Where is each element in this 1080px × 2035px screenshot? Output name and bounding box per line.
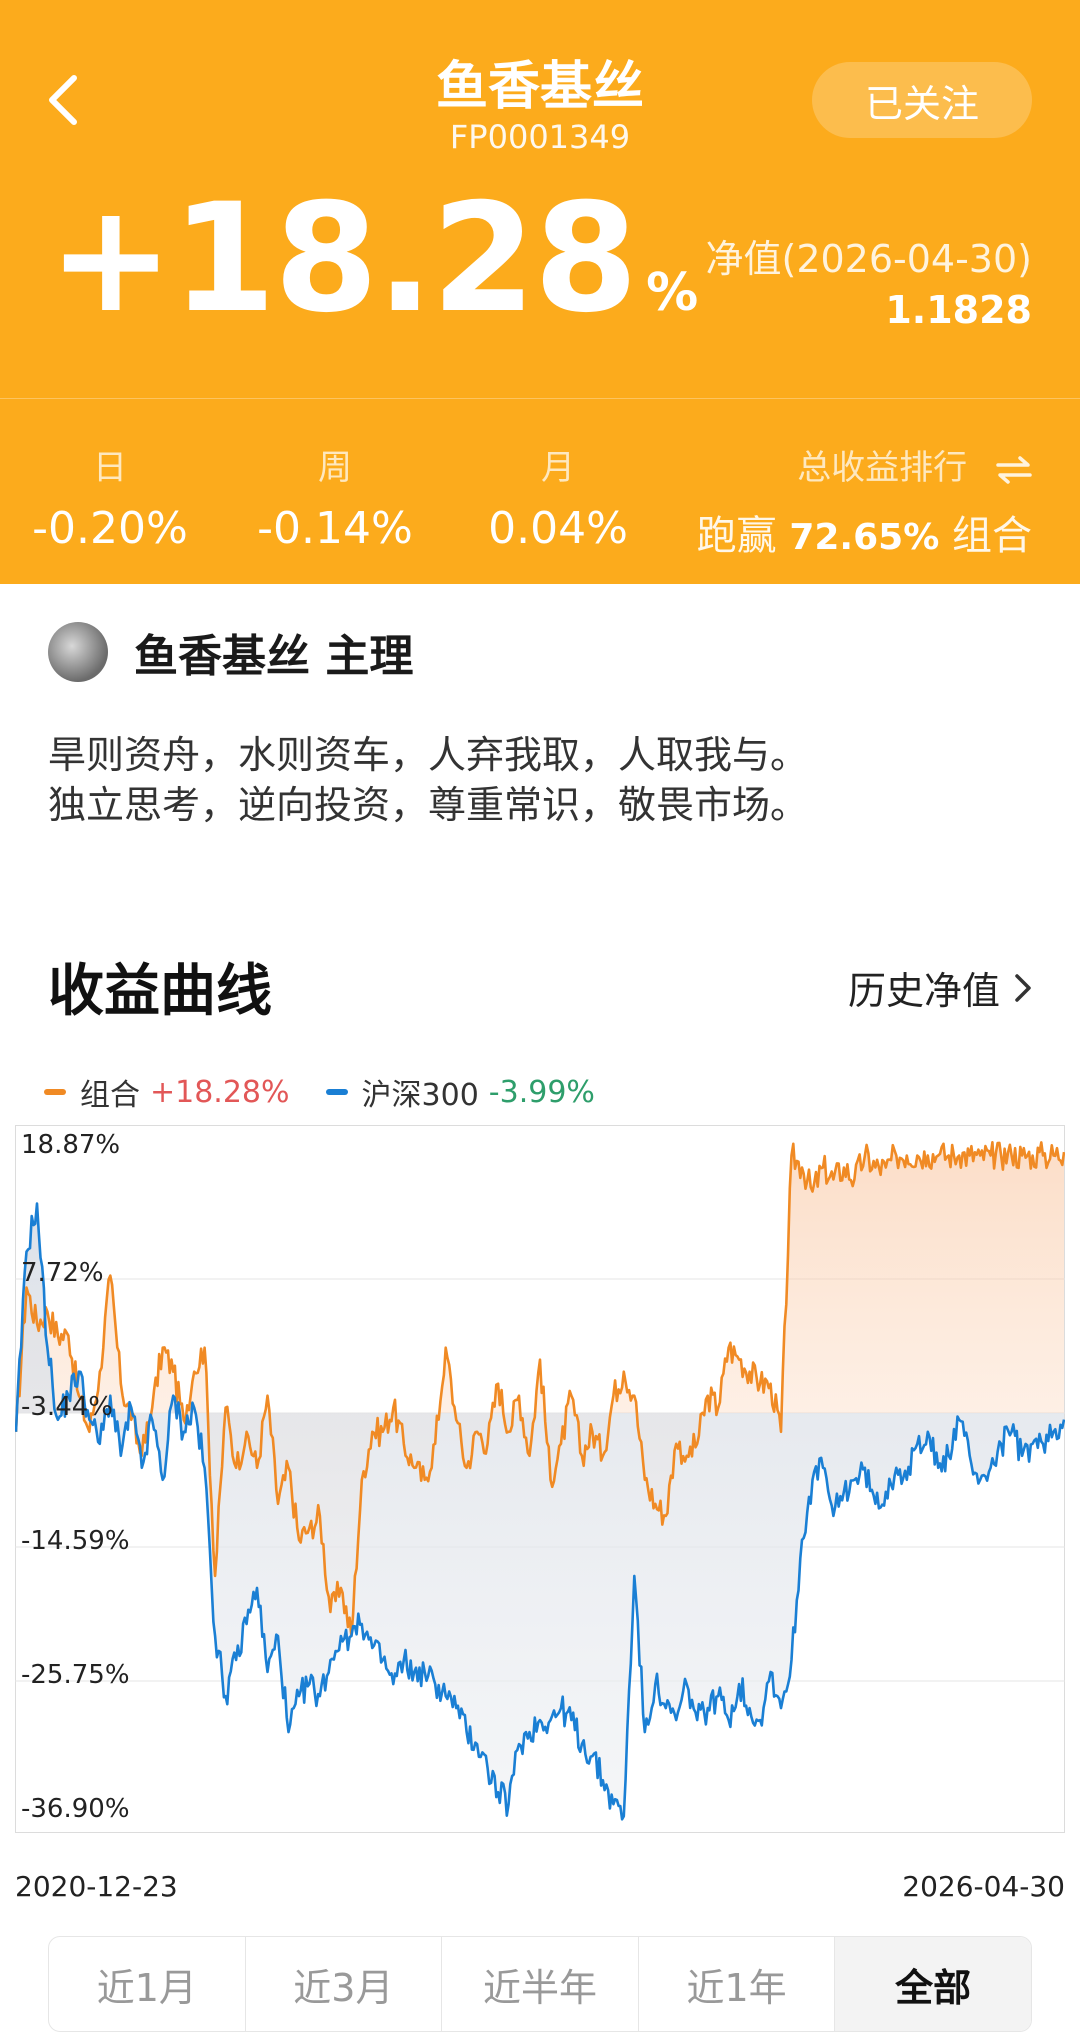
rank-prefix: 跑赢 [696, 513, 777, 559]
history-nav-link[interactable]: 历史净值 [848, 960, 1032, 1015]
stat-month-label: 月 [541, 448, 575, 488]
follow-button[interactable]: 已关注 [812, 62, 1032, 138]
history-nav-label: 历史净值 [847, 969, 1000, 1013]
total-return-unit: % [646, 263, 698, 323]
rank-suffix: 组合 [952, 513, 1032, 559]
y-tick-label: -25.75% [21, 1660, 130, 1690]
y-tick-label: -14.59% [21, 1526, 130, 1556]
stat-day-value: -0.20% [32, 503, 188, 554]
section-title: 收益曲线 [48, 959, 272, 1024]
rank-block[interactable]: 总收益排行 跑赢 72.65% 组合 [697, 440, 1032, 561]
range-option-3m[interactable]: 近3月 [246, 1937, 443, 2031]
legend-name-portfolio: 组合 [80, 1078, 140, 1113]
y-tick-label: 7.72% [21, 1258, 104, 1288]
chevron-right-icon [1015, 973, 1031, 1002]
avatar[interactable] [48, 622, 108, 682]
nav-value: 1.1828 [885, 288, 1032, 332]
legend-item-portfolio: 组合 +18.28% [44, 1070, 290, 1114]
range-option-1y[interactable]: 近1年 [639, 1937, 836, 2031]
total-return: +18.28% [48, 184, 698, 334]
stat-week-value: -0.14% [257, 503, 413, 554]
stat-month-value: 0.04% [488, 503, 628, 554]
legend-value-csi300: -3.99% [488, 1074, 595, 1110]
range-option-1m[interactable]: 近1月 [49, 1937, 246, 2031]
manager-motto: 旱则资舟，水则资车，人弃我取，人取我与。 独立思考，逆向投资，尊重常识，敬畏市场… [48, 730, 808, 830]
y-tick-label: -36.90% [21, 1794, 130, 1824]
nav-label: 净值(2026-04-30) [705, 237, 1033, 281]
total-return-value: +18.28 [48, 172, 638, 346]
legend-swatch-csi300 [325, 1089, 348, 1095]
manager-name: 鱼香基丝 主理 [134, 631, 414, 682]
x-end-label: 2026-04-30 [902, 1870, 1065, 1903]
motto-line-2: 独立思考，逆向投资，尊重常识，敬畏市场。 [48, 783, 809, 827]
x-start-label: 2020-12-23 [15, 1870, 178, 1903]
legend-item-csi300: 沪深300 -3.99% [325, 1070, 595, 1114]
legend-swatch-portfolio [44, 1089, 66, 1095]
range-option-6m[interactable]: 近半年 [442, 1937, 639, 2031]
legend-name-csi300: 沪深300 [361, 1078, 479, 1113]
stat-day-label: 日 [93, 448, 127, 488]
stat-day: 日 -0.20% [0, 440, 220, 554]
legend-value-portfolio: +18.28% [150, 1074, 290, 1110]
stat-month: 月 0.04% [448, 440, 668, 554]
header-divider [0, 398, 1080, 399]
range-selector: 近1月 近3月 近半年 近1年 全部 [48, 1936, 1032, 2032]
y-tick-label: -3.44% [21, 1392, 113, 1422]
fund-header: 鱼香基丝 FP0001349 已关注 +18.28% 净值(2026-04-30… [0, 0, 1080, 584]
stat-week: 周 -0.14% [225, 440, 445, 554]
rank-label-text: 总收益排行 [797, 448, 968, 488]
range-option-all[interactable]: 全部 [835, 1937, 1031, 2031]
rank-value: 72.65% [789, 517, 940, 558]
manager-row[interactable]: 鱼香基丝 主理 [48, 620, 413, 684]
rank-label: 总收益排行 [697, 440, 1032, 489]
rank-value-line: 跑赢 72.65% 组合 [697, 503, 1032, 561]
motto-line-1: 旱则资舟，水则资车，人弃我取，人取我与。 [48, 733, 809, 777]
chart-legend: 组合 +18.28% 沪深300 -3.99% [44, 1070, 631, 1114]
return-curve-chart[interactable]: 18.87% 7.72% -3.44% -14.59% -25.75% -36.90% [15, 1125, 1065, 1833]
stat-week-label: 周 [318, 448, 352, 488]
swap-arrows-icon[interactable] [996, 455, 1032, 484]
y-tick-label: 18.87% [21, 1130, 120, 1160]
